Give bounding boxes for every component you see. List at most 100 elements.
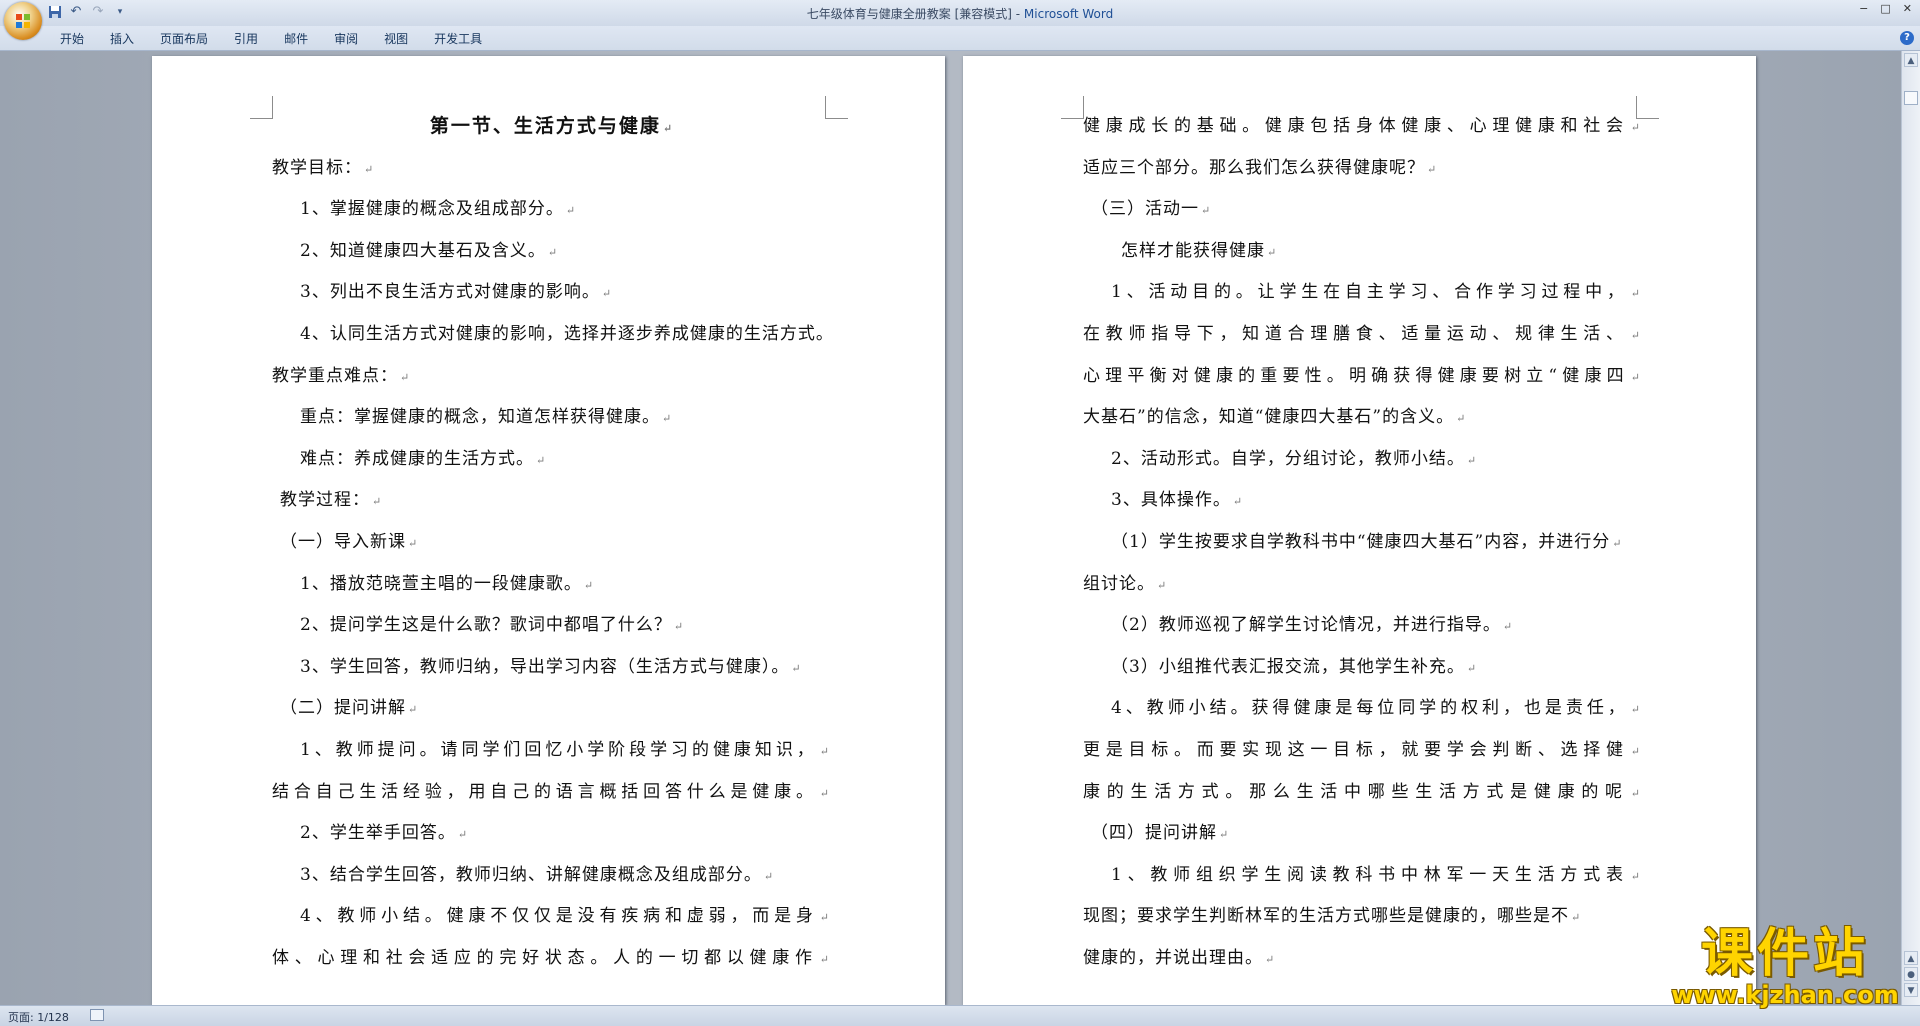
minimize-button[interactable]: − (1859, 2, 1868, 15)
text-line: （3）小组推代表汇报交流，其他学生补充。 ↵ (1083, 647, 1643, 689)
text-line: 心理平衡对健康的重要性。明确获得健康要树立“健康四 ↵ (1083, 356, 1643, 398)
paragraph-mark: ↵ (400, 370, 411, 384)
text-line-content: 结合自己生活经验，用自己的语言概括回答什么是健康。 (272, 781, 818, 802)
text-line-content: （3）小组推代表汇报交流，其他学生补充。 (1111, 656, 1465, 677)
paragraph-mark: ↵ (1219, 828, 1230, 842)
office-button[interactable] (4, 2, 42, 40)
select-browse-object-icon[interactable]: ● (1904, 967, 1918, 981)
paragraph-mark: ↵ (819, 952, 832, 966)
text-line: 体、心理和社会适应的完好状态。人的一切都以健康作 ↵ (272, 938, 832, 980)
text-line-content: 2、活动形式。自学，分组讨论，教师小结。 (1111, 448, 1465, 469)
text-line: 大基石”的信念，知道“健康四大基石”的含义。 ↵ (1083, 397, 1643, 439)
page-count[interactable]: 页面: 1/128 (8, 1009, 69, 1025)
text-line-content: （三）活动一 (1091, 199, 1199, 220)
text-line-content: 3、列出不良生活方式对健康的影响。 (300, 282, 600, 303)
text-line-content: 1、掌握健康的概念及组成部分。 (300, 199, 564, 220)
text-line: 第一节、生活方式与健康 ↵ (272, 106, 832, 148)
tab-references[interactable]: 引用 (234, 30, 258, 47)
text-line-content: （2）教师巡视了解学生讨论情况，并进行指导。 (1111, 615, 1501, 636)
window-title: 七年级体育与健康全册教案 [兼容模式] - Microsoft Word (0, 5, 1920, 22)
tab-page-layout[interactable]: 页面布局 (160, 30, 208, 47)
title-bar: ↶ ↷ ▾ 七年级体育与健康全册教案 [兼容模式] - Microsoft Wo… (0, 0, 1920, 40)
paragraph-mark: ↵ (1630, 287, 1643, 301)
scroll-thumb[interactable] (1904, 91, 1918, 105)
page-right[interactable]: 健康成长的基础。健康包括身体健康、心理健康和社会 ↵ 适应三个部分。那么我们怎么获得… (963, 56, 1756, 1005)
text-line-content: 3、具体操作。 (1111, 490, 1231, 511)
text-line: 教学过程： ↵ (272, 480, 832, 522)
paragraph-mark: ↵ (457, 828, 469, 842)
text-line: 更是目标。而要实现这一目标，就要学会判断、选择健 ↵ (1083, 730, 1643, 772)
margin-corner-mark (250, 96, 273, 119)
text-line: 2、活动形式。自学，分组讨论，教师小结。 ↵ (1083, 439, 1643, 481)
text-line-content: 在教师指导下，知道合理膳食、适量运动、规律生活、 (1083, 323, 1629, 344)
text-line-content: 4、教师小结。健康不仅仅是没有疾病和虚弱，而是身 (300, 906, 818, 927)
page-text: 健康成长的基础。健康包括身体健康、心理健康和社会 ↵ 适应三个部分。那么我们怎么获得… (1083, 106, 1643, 979)
paragraph-mark: ↵ (1232, 495, 1244, 509)
text-line-content: （二）提问讲解 (280, 698, 406, 719)
text-line-content: 第一节、生活方式与健康 (429, 115, 661, 137)
text-line: 3、学生回答，教师归纳，导出学习内容（生活方式与健康）。 ↵ (272, 647, 832, 689)
page-left[interactable]: 第一节、生活方式与健康 ↵ 教学目标： ↵ 1、掌握健康的概念及组成部分。 ↵ 2、知道健康… (152, 56, 945, 1005)
text-line-content: 现图；要求学生判断林军的生活方式哪些是健康的，哪些是不 (1083, 906, 1569, 927)
text-line: 组讨论。 ↵ (1083, 564, 1643, 606)
tab-mailings[interactable]: 邮件 (284, 30, 308, 47)
text-line: 3、结合学生回答，教师归纳、讲解健康概念及组成部分。 ↵ (272, 855, 832, 897)
paragraph-mark: ↵ (763, 869, 775, 883)
previous-page-icon[interactable]: ▲ (1904, 951, 1918, 965)
text-line-content: 3、结合学生回答，教师归纳、讲解健康概念及组成部分。 (300, 864, 762, 885)
text-line-content: 大基石”的信念，知道“健康四大基石”的含义。 (1083, 407, 1455, 428)
proofing-icon[interactable] (90, 1009, 104, 1021)
tab-developer[interactable]: 开发工具 (434, 30, 482, 47)
text-line-content: 2、学生举手回答。 (300, 823, 456, 844)
text-line: 康的生活方式。那么生活中哪些生活方式是健康的呢 ↵ (1083, 772, 1643, 814)
document-title: 七年级体育与健康全册教案 [兼容模式] - (806, 7, 1024, 21)
paragraph-mark: ↵ (673, 620, 685, 634)
text-line-content: 2、知道健康四大基石及含义。 (300, 240, 546, 261)
paragraph-mark: ↵ (1630, 121, 1643, 134)
text-line: 教学重点难点： ↵ (272, 356, 832, 398)
tab-insert[interactable]: 插入 (110, 30, 134, 47)
text-line: 3、列出不良生活方式对健康的影响。 ↵ (272, 272, 832, 314)
text-line-content: 1、播放范晓萱主唱的一段健康歌。 (300, 573, 582, 594)
text-line: 结合自己生活经验，用自己的语言概括回答什么是健康。 ↵ (272, 772, 832, 814)
paragraph-mark: ↵ (1502, 620, 1514, 634)
paragraph-mark: ↵ (1466, 661, 1478, 675)
paragraph-mark: ↵ (1630, 703, 1643, 717)
paragraph-mark: ↵ (601, 287, 613, 301)
paragraph-mark: ↵ (536, 453, 547, 467)
help-icon[interactable]: ? (1900, 31, 1914, 45)
paragraph-mark: ↵ (1630, 869, 1643, 883)
paragraph-mark: ↵ (1265, 952, 1276, 966)
tab-review[interactable]: 审阅 (334, 30, 358, 47)
text-line: 2、知道健康四大基石及含义。 ↵ (272, 231, 832, 273)
scroll-up-icon[interactable]: ▲ (1904, 53, 1918, 67)
paragraph-mark: ↵ (372, 495, 383, 509)
vertical-scrollbar[interactable]: ▲ ▲ ● ▼ (1901, 51, 1920, 1005)
close-button[interactable]: ✕ (1903, 2, 1912, 15)
tab-home[interactable]: 开始 (60, 30, 84, 47)
document-area[interactable]: 第一节、生活方式与健康 ↵ 教学目标： ↵ 1、掌握健康的概念及组成部分。 ↵ 2、知道健康… (0, 51, 1902, 1005)
ribbon-tabs: 开始 插入 页面布局 引用 邮件 审阅 视图 开发工具 (60, 30, 482, 47)
maximize-button[interactable]: □ (1880, 2, 1890, 15)
paragraph-mark: ↵ (364, 162, 375, 176)
text-line-content: 体、心理和社会适应的完好状态。人的一切都以健康作 (272, 947, 818, 968)
text-line-content: 组讨论。 (1083, 573, 1155, 594)
text-line: 在教师指导下，知道合理膳食、适量运动、规律生活、 ↵ (1083, 314, 1643, 356)
text-line-content: 适应三个部分。那么我们怎么获得健康呢？ (1083, 157, 1425, 178)
paragraph-mark: ↵ (1201, 204, 1212, 218)
text-line-content: 健康成长的基础。健康包括身体健康、心理健康和社会 (1083, 116, 1629, 136)
paragraph-mark: ↵ (1157, 578, 1168, 592)
text-line: 4、教师小结。获得健康是每位同学的权利，也是责任， ↵ (1083, 688, 1643, 730)
tab-view[interactable]: 视图 (384, 30, 408, 47)
paragraph-mark: ↵ (1612, 536, 1623, 550)
text-line-content: 1、教师提问。请同学们回忆小学阶段学习的健康知识， (300, 739, 818, 760)
text-line: 1、教师组织学生阅读教科书中林军一天生活方式表 ↵ (1083, 855, 1643, 897)
margin-corner-mark (1061, 96, 1084, 119)
text-line-content: （一）导入新课 (280, 531, 406, 552)
status-bar: 页面: 1/128 (0, 1005, 1920, 1026)
text-line: 2、提问学生这是什么歌？歌词中都唱了什么？ ↵ (272, 605, 832, 647)
app-name: Microsoft Word (1023, 7, 1114, 21)
paragraph-mark: ↵ (547, 245, 559, 259)
text-line: 1、播放范晓萱主唱的一段健康歌。 ↵ (272, 564, 832, 606)
next-page-icon[interactable]: ▼ (1904, 983, 1918, 997)
